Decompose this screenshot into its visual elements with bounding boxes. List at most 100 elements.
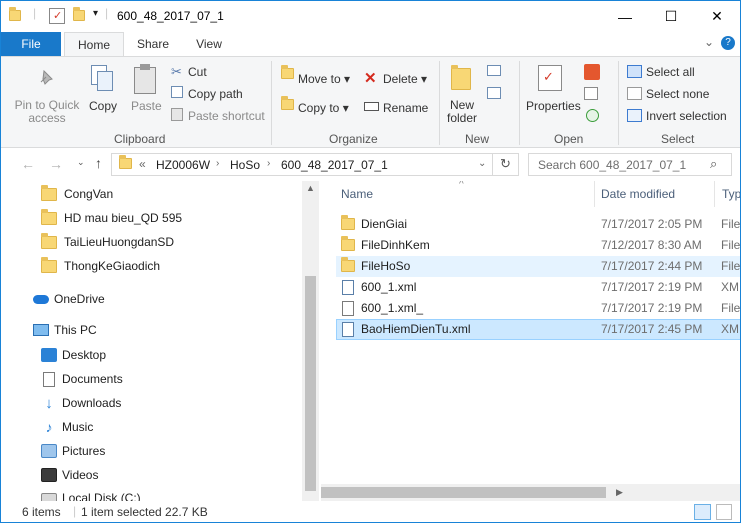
invert-selection-button[interactable]: Invert selection: [646, 109, 727, 123]
copy-path-button[interactable]: Copy path: [188, 87, 243, 101]
history-icon[interactable]: [586, 109, 599, 122]
document-icon: [342, 301, 354, 319]
rename-button[interactable]: Rename: [383, 101, 428, 115]
scroll-up-icon[interactable]: ▲: [306, 183, 315, 193]
help-icon[interactable]: ?: [721, 36, 735, 50]
properties-quick-icon[interactable]: ✓: [49, 8, 65, 24]
tab-view[interactable]: View: [185, 32, 233, 56]
address-bar[interactable]: « HZ0006W › HoSo › 600_48_2017_07_1 ⌄ ↻: [111, 153, 519, 176]
nav-item-pictures[interactable]: Pictures: [41, 440, 105, 462]
refresh-icon[interactable]: ↻: [500, 156, 511, 172]
nav-item-local-disk[interactable]: Local Disk (C:): [41, 487, 141, 501]
up-arrow-icon[interactable]: ↑: [95, 155, 102, 171]
nav-item-thongke[interactable]: ThongKeGiaodich: [41, 255, 160, 277]
breadcrumb-separator-icon[interactable]: ›: [216, 158, 219, 169]
new-folder-button[interactable]: New folder: [446, 99, 478, 125]
cut-button[interactable]: Cut: [188, 65, 207, 79]
column-divider[interactable]: [594, 181, 595, 207]
delete-button[interactable]: Delete ▾: [383, 72, 427, 86]
nav-item-congvan[interactable]: CongVan: [41, 183, 113, 205]
xml-file-icon: [342, 322, 354, 340]
recent-locations-icon[interactable]: ⌄: [77, 157, 85, 168]
tab-file[interactable]: File: [1, 32, 61, 56]
tab-share[interactable]: Share: [129, 32, 177, 56]
file-row-600-1-xml-underscore[interactable]: 600_1.xml_ 7/17/2017 2:19 PM File: [336, 298, 740, 319]
file-type: XM: [721, 322, 739, 336]
office-open-icon[interactable]: [584, 64, 600, 80]
file-row-diengiai[interactable]: DienGiai 7/17/2017 2:05 PM File: [336, 214, 740, 235]
quick-access-dropdown-icon[interactable]: ▾: [93, 8, 98, 19]
copy-to-icon: [281, 96, 294, 113]
new-folder-quick-icon[interactable]: [73, 7, 85, 28]
nav-scrollbar[interactable]: ▲: [302, 181, 319, 501]
file-date: 7/17/2017 2:45 PM: [601, 322, 703, 336]
nav-item-onedrive[interactable]: OneDrive: [33, 288, 105, 310]
cut-icon: ✂: [171, 64, 182, 79]
file-row-filehoso[interactable]: FileHoSo 7/17/2017 2:44 PM File: [336, 256, 740, 277]
move-to-button[interactable]: Move to ▾: [298, 72, 350, 86]
status-divider: |: [73, 504, 77, 518]
nav-item-label: Desktop: [62, 348, 107, 362]
nav-item-documents[interactable]: Documents: [41, 368, 123, 390]
desktop-icon: [41, 348, 57, 362]
copy-to-button[interactable]: Copy to ▾: [298, 101, 349, 115]
nav-item-label: This PC: [54, 323, 97, 337]
nav-item-music[interactable]: ♪ Music: [41, 416, 94, 438]
select-none-button[interactable]: Select none: [646, 87, 709, 101]
h-scroll-thumb[interactable]: [321, 487, 606, 498]
ribbon-collapse-icon[interactable]: ⌄: [704, 35, 714, 49]
breadcrumb-hoso[interactable]: HoSo: [230, 158, 260, 172]
address-dropdown-icon[interactable]: ⌄: [478, 158, 486, 169]
window-title: 600_48_2017_07_1: [117, 9, 224, 23]
selection-info: 1 item selected 22.7 KB: [81, 505, 208, 519]
search-input[interactable]: Search 600_48_2017_07_1 ⌕: [528, 153, 732, 176]
search-icon[interactable]: ⌕: [710, 156, 717, 172]
file-row-600-1-xml[interactable]: 600_1.xml 7/17/2017 2:19 PM XM: [336, 277, 740, 298]
breadcrumb-separator-icon[interactable]: ›: [267, 158, 270, 169]
scroll-right-icon[interactable]: ▶: [616, 487, 623, 498]
nav-item-downloads[interactable]: ↓ Downloads: [41, 392, 121, 414]
column-header-name[interactable]: Name: [341, 187, 373, 201]
ribbon-tabs: File Home Share View ⌄ ?: [1, 32, 740, 56]
nav-item-videos[interactable]: Videos: [41, 464, 98, 486]
file-row-baohiemdientu[interactable]: BaoHiemDienTu.xml 7/17/2017 2:45 PM XM: [336, 319, 740, 340]
file-date: 7/17/2017 2:19 PM: [601, 301, 703, 315]
paste-button[interactable]: Paste: [131, 99, 162, 113]
folder-icon: [341, 215, 355, 233]
nav-item-hd-mau-bieu[interactable]: HD mau bieu_QD 595: [41, 207, 182, 229]
column-header-type[interactable]: Typ: [722, 187, 740, 201]
back-arrow-icon[interactable]: ←: [21, 156, 35, 172]
new-folder-icon: [451, 65, 471, 93]
breadcrumb-hz0006w[interactable]: HZ0006W: [156, 158, 210, 172]
scroll-thumb[interactable]: [305, 276, 316, 491]
file-row-filedinhkem[interactable]: FileDinhKem 7/12/2017 8:30 AM File: [336, 235, 740, 256]
paste-shortcut-icon: [171, 108, 183, 121]
minimize-button[interactable]: —: [602, 1, 648, 32]
maximize-button[interactable]: ☐: [648, 1, 694, 32]
paste-shortcut-button[interactable]: Paste shortcut: [188, 109, 265, 123]
nav-item-label: Documents: [62, 372, 123, 386]
horizontal-scrollbar[interactable]: ◀ ▶: [321, 484, 740, 501]
column-divider[interactable]: [714, 181, 715, 207]
pin-quick-access-button[interactable]: Pin to Quick access: [11, 99, 83, 125]
details-view-icon[interactable]: [694, 504, 711, 520]
nav-item-tailieu[interactable]: TaiLieuHuongdanSD: [41, 231, 174, 253]
new-item-icon[interactable]: [487, 65, 501, 76]
nav-item-this-pc[interactable]: This PC: [33, 319, 97, 341]
folder-icon: [119, 155, 132, 172]
pictures-icon: [41, 444, 57, 458]
breadcrumb-overflow-icon[interactable]: «: [139, 157, 146, 171]
edit-icon[interactable]: [584, 87, 598, 100]
copy-button[interactable]: Copy: [89, 99, 117, 113]
large-icons-view-icon[interactable]: [716, 504, 732, 520]
properties-button[interactable]: Properties: [526, 99, 581, 113]
tab-home[interactable]: Home: [64, 32, 124, 56]
breadcrumb-current-folder[interactable]: 600_48_2017_07_1: [281, 158, 388, 172]
forward-arrow-icon[interactable]: →: [49, 156, 63, 172]
nav-item-desktop[interactable]: Desktop: [41, 344, 106, 366]
column-header-date[interactable]: Date modified: [601, 187, 675, 201]
select-all-button[interactable]: Select all: [646, 65, 695, 79]
close-button[interactable]: ✕: [694, 1, 740, 32]
nav-item-label: Music: [62, 420, 94, 434]
easy-access-icon[interactable]: [487, 87, 501, 99]
